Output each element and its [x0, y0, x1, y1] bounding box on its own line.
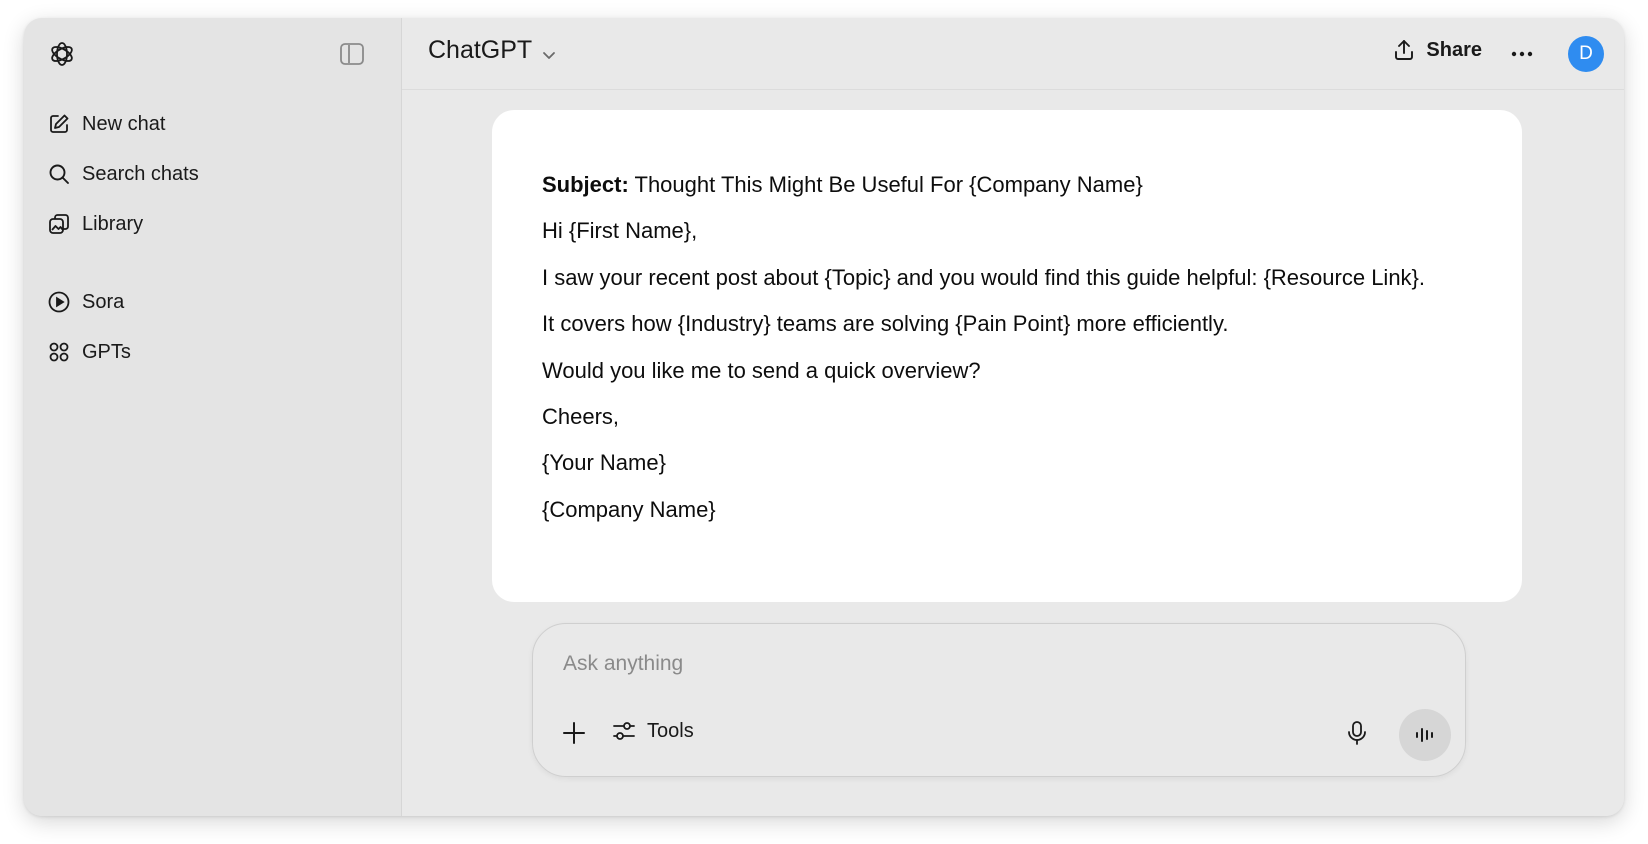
message-line: I saw your recent post about {Topic} and…: [542, 264, 1426, 290]
sidebar-item-label: Search chats: [82, 162, 199, 185]
model-name: ChatGPT: [428, 36, 533, 64]
sidebar-item-gpts[interactable]: GPTs: [46, 334, 131, 370]
sidebar-item-new-chat[interactable]: New chat: [46, 106, 165, 142]
library-icon: [46, 211, 72, 237]
sidebar-item-label: GPTs: [82, 340, 131, 363]
message-line: Hi {First Name},: [542, 218, 698, 244]
tools-button[interactable]: Tools: [611, 718, 694, 744]
message-line: {Company Name}: [542, 496, 716, 522]
share-icon: [1395, 40, 1414, 60]
sidebar: New chat Search chats Library Sora GPTs: [24, 18, 402, 816]
message-bubble: Subject: Thought This Might Be Useful Fo…: [492, 110, 1522, 602]
sliders-icon: [613, 722, 635, 740]
edit-icon: [46, 111, 72, 137]
sidebar-item-search-chats[interactable]: Search chats: [46, 156, 199, 192]
prompt-input[interactable]: [563, 652, 1383, 676]
message-line: Would you like me to send a quick overvi…: [542, 357, 981, 383]
avatar[interactable]: D: [1568, 36, 1604, 72]
main-panel: ChatGPT Share D Subject: Thought This Mi…: [402, 18, 1624, 816]
voice-mode-button[interactable]: [1399, 709, 1451, 761]
message-line: It covers how {Industry} teams are solvi…: [542, 311, 1229, 337]
microphone-icon[interactable]: [1343, 719, 1371, 747]
message-line: {Your Name}: [542, 450, 666, 476]
sidebar-item-library[interactable]: Library: [46, 206, 143, 242]
play-circle-icon: [46, 289, 72, 315]
search-icon: [46, 161, 72, 187]
sidebar-toggle-icon[interactable]: [338, 40, 366, 68]
model-selector[interactable]: ChatGPT: [428, 36, 558, 65]
subject-label: Subject:: [542, 172, 629, 197]
top-bar: ChatGPT Share D: [402, 18, 1624, 90]
sidebar-item-label: New chat: [82, 112, 166, 135]
share-label: Share: [1426, 38, 1482, 61]
sidebar-item-label: Library: [82, 212, 144, 235]
sidebar-item-label: Sora: [82, 290, 125, 313]
waveform-icon: [1416, 728, 1433, 742]
chevron-down-icon: [540, 42, 558, 60]
share-button[interactable]: Share: [1392, 38, 1482, 62]
add-attachment-icon[interactable]: [559, 718, 589, 748]
subject-text: Thought This Might Be Useful For {Compan…: [628, 172, 1143, 197]
composer: Tools: [532, 623, 1466, 777]
more-options-icon[interactable]: [1508, 40, 1536, 68]
openai-logo-icon[interactable]: [46, 38, 78, 70]
grid-icon: [46, 339, 72, 365]
message-line: Cheers,: [542, 403, 620, 429]
tools-label: Tools: [647, 719, 694, 742]
app-window: New chat Search chats Library Sora GPTs …: [24, 18, 1624, 816]
subject-line: Subject: Thought This Might Be Useful Fo…: [542, 172, 1472, 198]
sidebar-item-sora[interactable]: Sora: [46, 284, 124, 320]
